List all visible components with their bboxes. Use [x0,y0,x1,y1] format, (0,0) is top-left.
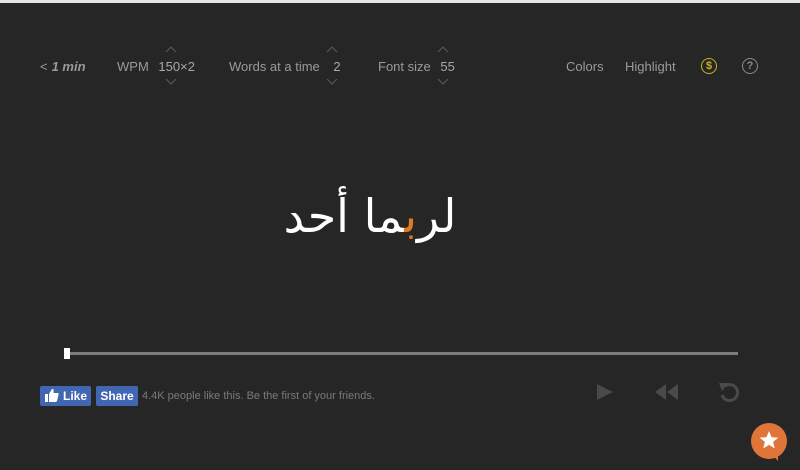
facebook-like-count-text: 4.4K people like this. Be the first of y… [142,390,375,402]
words-decrease-icon[interactable] [326,78,338,85]
chevron-left-icon: < [40,59,48,74]
wpm-label: WPM [117,59,149,74]
thumbs-up-icon [45,389,59,402]
highlight-button[interactable]: Highlight [625,60,676,74]
font-size-increase-icon[interactable] [437,46,449,53]
help-icon[interactable]: ? [742,58,758,74]
rating-widget-button[interactable] [751,423,787,461]
back-label: 1 min [51,59,86,74]
speech-bubble-tail [771,453,778,461]
words-increase-icon[interactable] [326,46,338,53]
dollar-icon[interactable]: $ [701,58,717,74]
play-icon[interactable] [595,381,615,408]
font-size-control: Font size 55 [378,60,455,74]
colors-button[interactable]: Colors [566,60,604,74]
font-size-decrease-icon[interactable] [437,78,449,85]
word-before: لر [417,189,457,243]
words-label: Words at a time [229,59,320,74]
rewind-icon[interactable] [653,381,681,408]
star-icon [759,431,779,449]
font-size-value: 55 [440,59,455,74]
progress-track[interactable] [64,352,738,355]
font-size-label: Font size [378,59,431,74]
facebook-like-button[interactable]: Like [40,386,91,406]
wpm-decrease-icon[interactable] [165,78,177,85]
restart-icon[interactable] [717,381,743,410]
words-value: 2 [333,59,341,74]
wpm-increase-icon[interactable] [165,46,177,53]
reader-word: لربما أحد [240,186,500,246]
wpm-value: 150×2 [158,59,195,74]
toolbar: <1 min WPM 150×2 Words at a time 2 Font … [0,0,800,120]
facebook-share-button[interactable]: Share [96,386,138,406]
wpm-control: WPM 150×2 [117,60,195,74]
back-button[interactable]: <1 min [40,60,86,74]
like-label: Like [63,389,88,403]
progress-handle[interactable] [64,348,70,359]
word-highlight-letter: ب [404,189,417,243]
words-control: Words at a time 2 [229,60,341,74]
word-after: ما أحد [283,189,405,243]
